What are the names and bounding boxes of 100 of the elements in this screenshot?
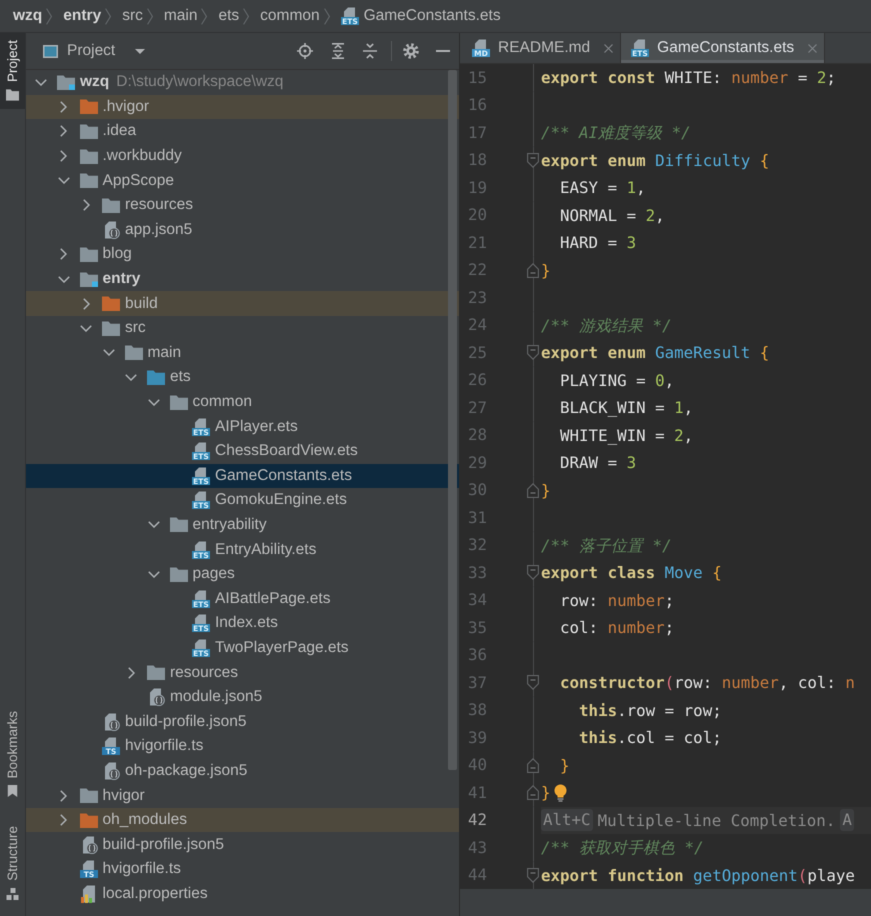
breadcrumb-item[interactable]: main [164,7,198,25]
line-number: 24 [468,315,488,336]
folder-icon [80,788,98,804]
chevron-icon [105,8,112,24]
line-number: 15 [468,68,488,88]
expand-all-icon[interactable] [331,43,345,59]
tree-item[interactable]: resources [26,192,459,218]
fold-marker-icon[interactable] [527,262,539,278]
code-line: constructor(row: number, col: n [559,672,855,694]
line-number: 30 [468,480,488,500]
chevron-right-icon[interactable] [60,100,67,113]
code-line: BLACK_WIN = 1, [559,397,694,419]
code-line: WHITE_WIN = 2, [559,424,694,447]
fold-marker-icon[interactable] [527,565,539,580]
squares-icon [6,888,19,900]
chevron-right-icon[interactable] [60,814,67,826]
settings-icon[interactable] [403,43,419,59]
tree-item[interactable]: entry [26,266,459,292]
tree-item[interactable]: oh_modules [26,808,459,832]
tree-item[interactable]: entryability [26,512,459,538]
tree-item[interactable]: resources [26,660,459,685]
code-line: /** 获取对手棋色 */ [541,837,704,859]
tree-item[interactable]: .workbuddy [26,144,459,168]
chevron-right-icon[interactable] [82,298,90,310]
tree-item[interactable]: .hvigor [26,94,459,120]
tree-item[interactable]: module.json5 [26,684,459,710]
braces-file-icon [147,688,165,706]
tool-window-button[interactable]: Structure [0,819,25,908]
breadcrumb-item[interactable]: wzq [13,7,42,25]
chevron-down-icon[interactable] [80,324,92,332]
code-line: } [541,260,551,282]
tree-item[interactable]: pages [26,562,459,586]
breadcrumb-item[interactable]: common [260,7,320,25]
braces-file-icon [102,220,120,239]
chevron-down-icon[interactable] [58,177,70,184]
code-line: } [541,782,551,804]
chevron-icon [46,8,52,24]
tree-item[interactable]: ets [26,365,459,390]
lightbulb-icon[interactable] [554,784,567,802]
code-line: /** AI难度等级 */ [541,122,691,144]
collapse-all-icon[interactable] [363,43,377,59]
chevron-right-icon[interactable] [60,125,67,138]
code-line: export enum Difficulty { [541,150,770,172]
locate-icon[interactable] [297,43,313,59]
folder-icon [80,812,98,828]
folder-icon [102,198,120,213]
chevron-right-icon[interactable] [60,248,67,260]
fold-marker-icon[interactable] [527,785,539,800]
chevron-down-icon[interactable] [148,570,160,578]
tree-item[interactable]: build [26,291,459,316]
chevron-right-icon[interactable] [82,199,90,212]
fold-marker-icon[interactable] [527,482,539,498]
chevron-right-icon[interactable] [128,666,134,679]
caret-icon[interactable] [135,48,146,54]
tree-item[interactable]: AppScope [26,168,459,193]
folder-icon [80,148,98,164]
tree-item[interactable]: app.json5 [26,218,459,242]
chevron-down-icon[interactable] [58,276,70,283]
chevron-down-icon[interactable] [102,349,114,356]
project-view-icon [43,44,58,58]
scrollbar-thumb[interactable] [448,70,457,770]
breadcrumb-item[interactable]: src [122,7,143,25]
tool-window-button[interactable]: Project [0,33,25,110]
fold-marker-icon[interactable] [527,868,539,883]
panel-title[interactable]: Project [67,42,116,60]
tree-item[interactable]: hvigor [26,783,459,808]
folder-icon [170,566,188,582]
tree-item[interactable]: blog [26,242,459,267]
chevron-right-icon[interactable] [60,790,67,802]
chevron-down-icon[interactable] [125,374,137,381]
tool-window-button[interactable]: Bookmarks [0,704,25,806]
tree-item[interactable]: build-profile.json5 [26,709,459,734]
fold-marker-icon[interactable] [527,758,539,773]
tree-item[interactable]: build-profile.json5 [26,832,459,857]
chevron-down-icon[interactable] [148,398,160,406]
line-number: 31 [468,508,488,528]
hint-text: Multiple-line Completion. [598,810,836,830]
tree-item[interactable]: common [26,390,459,414]
folder-icon [6,89,19,102]
fold-marker-icon[interactable] [527,675,539,690]
tree-item[interactable]: local.properties [26,882,459,906]
tree-item[interactable]: oh-package.json5 [26,758,459,784]
tree-item[interactable]: wzq D:\study\workspace\wzq [26,70,459,95]
tree-item[interactable]: src [26,316,459,341]
folder-icon [170,517,188,532]
fold-marker-icon[interactable] [527,152,539,168]
chevron-down-icon[interactable] [35,78,47,86]
tree-item[interactable]: main [26,340,459,366]
fold-marker-icon[interactable] [527,345,539,360]
chevron-right-icon[interactable] [60,150,67,162]
breadcrumb-item[interactable]: entry [63,7,102,25]
chevron-down-icon[interactable] [148,521,160,528]
code-line: } [541,480,551,502]
line-number: 26 [468,370,488,390]
tree-item[interactable]: .idea [26,119,459,144]
line-number: 36 [468,645,488,666]
line-number: 33 [468,562,488,583]
close-icon[interactable] [604,44,614,52]
breadcrumb-item[interactable]: ets [218,7,240,25]
folder-icon [80,246,98,262]
